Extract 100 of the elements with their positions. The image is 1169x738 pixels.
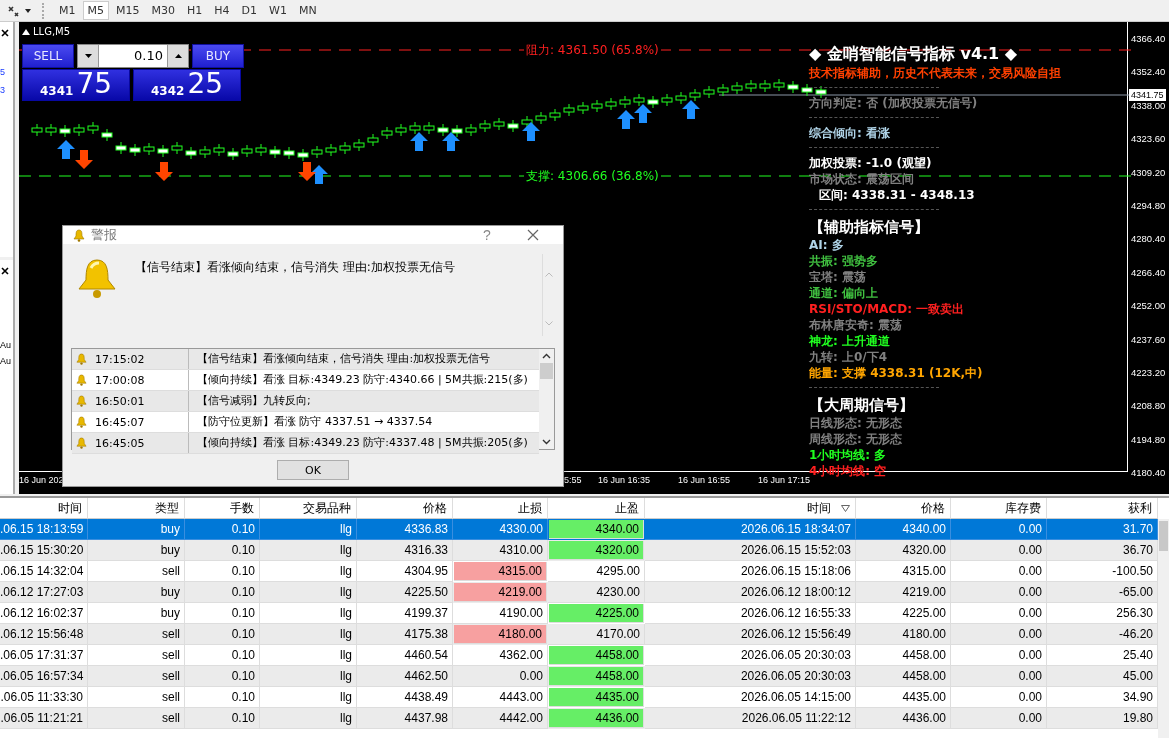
timeframe-button[interactable]: M1 [54,1,81,20]
candlestick [227,147,239,161]
table-cell: 0.00 [951,708,1047,729]
arrow-down-icon [298,162,316,181]
buy-button[interactable]: BUY [192,44,244,68]
candlestick [101,128,113,142]
close-icon[interactable] [1,266,9,275]
table-cell: 4230.00 [548,582,645,603]
arrow-up-icon [442,132,460,151]
panel-item-fragment: Au [0,339,12,350]
candlestick [801,83,813,97]
table-cell: 4458.00 [549,667,644,686]
candlestick [619,95,631,109]
table-cell: .06.12 15:56:48 [0,624,88,645]
bell-icon [76,374,87,386]
price-axis-label: 4280.40 [1130,232,1167,246]
alert-message: 【信号结束】看涨倾向结束，信号消失 理由:加权投票无信号 [135,259,456,276]
table-cell: 4436.00 [549,709,644,728]
candlestick [675,91,687,105]
scroll-down-icon[interactable] [542,439,551,445]
indicator-line: 九转: 上0/下4 [809,349,888,365]
bell-icon [76,437,87,449]
table-cell: 4320.00 [549,541,644,560]
table-cell: .06.05 11:21:21 [0,708,88,729]
indicator-line: 宝塔: 震荡 [809,269,866,285]
table-cell: llg [260,666,357,687]
table-cell: 4442.00 [453,708,548,729]
scrollbar[interactable] [1158,519,1169,738]
candlestick [367,133,379,147]
indicator-line: 布林唐安奇: 震荡 [809,317,902,333]
help-button[interactable]: ? [467,227,507,243]
resistance-label: 阻力: 4361.50 (65.8%) [524,42,661,59]
table-cell: 4225.00 [549,604,644,623]
price-axis-label: 4223.20 [1130,365,1167,379]
table-cell: 0.10 [185,624,260,645]
timeframe-button[interactable]: W1 [264,1,292,20]
table-cell: sell [88,666,185,687]
candlestick [115,141,127,155]
arrow-down-icon [75,150,93,169]
indicator-line: 技术指标辅助，历史不代表未来，交易风险自担 [809,65,1061,81]
table-cell: 4458.00 [856,666,951,687]
column-header-label: 价格 [423,499,447,517]
ok-button[interactable]: OK [277,460,349,480]
candlestick [437,123,449,137]
sell-button[interactable]: SELL [22,44,74,68]
indicator-section-heading: 【大周期信号】 [809,395,914,415]
dialog-title: 警报 [91,226,117,244]
table-cell: 4435.00 [549,688,644,707]
table-cell: llg [260,708,357,729]
panel-item-fragment: 3 [0,85,6,95]
price-axis-label: 4180.40 [1130,466,1167,480]
candlestick [171,141,183,155]
timeframe-button[interactable]: M30 [146,1,180,20]
price-axis-label: 4366.40 [1130,32,1167,45]
sort-icon [841,504,850,512]
alert-log-message: 【信号结束】看涨倾向结束，信号消失 理由:加权投票无信号 [196,351,492,367]
candlestick [45,123,57,137]
collapse-triangle-icon[interactable] [22,28,30,35]
candlestick [451,124,463,138]
candlestick [31,123,43,137]
table-cell: 0.10 [185,666,260,687]
table-cell: llg [260,540,357,561]
scroll-up-icon[interactable] [542,353,551,359]
price-axis-label: 4252.00 [1130,299,1167,313]
candlestick [577,101,589,115]
table-cell: buy [88,540,185,561]
scrollbar-thumb[interactable] [540,363,553,379]
table-cell: 2026.06.12 18:00:12 [645,582,856,603]
table-cell: 4458.00 [549,646,644,665]
table-cell: 4340.00 [549,520,644,539]
table-cell: 4320.00 [856,540,951,561]
alert-log-message: 【倾向持续】看涨 目标:4349.23 防守:4340.66 | 5M共振:215(多) [196,372,529,388]
bell-icon [73,228,85,242]
arrow-up-icon [617,110,635,129]
candlestick [563,103,575,117]
timeframe-button[interactable]: MN [293,1,322,20]
table-cell: 2026.06.05 20:30:03 [645,666,856,687]
candlestick [507,119,519,133]
table-cell: 4316.33 [357,540,453,561]
indicator-line: RSI/STO/MACD: 一致卖出 [809,301,965,317]
timeframe-button[interactable]: H4 [209,1,235,20]
candlestick [731,81,743,95]
timeframe-button[interactable]: D1 [236,1,263,20]
timeframe-button[interactable]: M5 [82,1,109,20]
sell-price-button[interactable]: 4341 75 [22,69,130,101]
candlestick [633,93,645,107]
bell-icon [76,353,87,365]
table-cell: 4462.50 [357,666,453,687]
candlestick [591,99,603,113]
buy-price-button[interactable]: 4342 25 [133,69,241,101]
timeframe-button[interactable]: M15 [111,1,145,20]
candlestick [297,148,309,162]
timeframe-button[interactable]: H1 [182,1,208,20]
arrow-up-icon [57,140,75,159]
table-cell: 4310.00 [453,540,548,561]
close-icon[interactable] [1,29,9,37]
indicator-line: 区间: 4338.31 - 4348.13 [818,187,975,203]
arrow-up-icon [310,165,328,184]
candlestick [73,123,85,137]
candlestick [129,143,141,157]
